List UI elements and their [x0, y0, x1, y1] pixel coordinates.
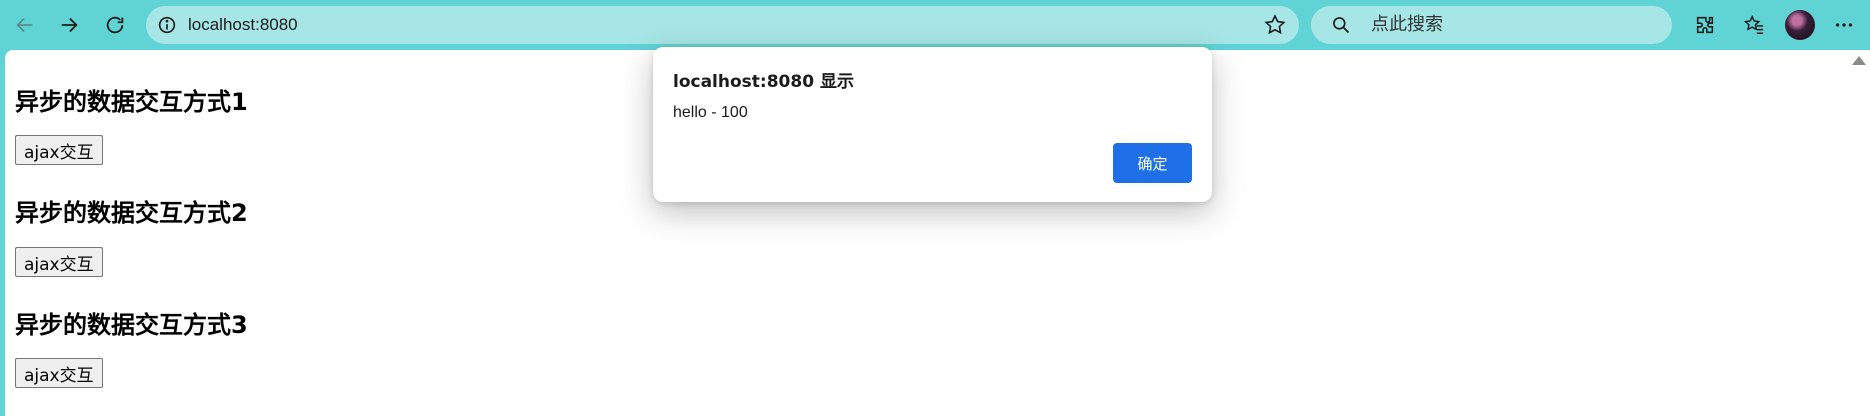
forward-button[interactable] — [52, 8, 86, 42]
section-heading: 异步的数据交互方式1 — [15, 88, 248, 116]
favorite-star-icon[interactable] — [1263, 13, 1287, 37]
section-1: 异步的数据交互方式1 ajax交互 — [15, 82, 248, 165]
browser-toolbar: localhost:8080 点此搜索 — [0, 0, 1870, 50]
dialog-message: hello - 100 — [673, 104, 748, 121]
dialog-title: localhost:8080 显示 — [673, 72, 854, 92]
profile-avatar[interactable] — [1785, 10, 1815, 40]
back-icon — [16, 17, 33, 33]
site-info-icon[interactable] — [156, 14, 178, 36]
refresh-button[interactable] — [98, 8, 132, 42]
section-2: 异步的数据交互方式2 ajax交互 — [15, 193, 248, 277]
search-box[interactable]: 点此搜索 — [1311, 6, 1672, 44]
ajax-button-3[interactable]: ajax交互 — [15, 358, 103, 388]
ajax-button-1[interactable]: ajax交互 — [15, 135, 103, 165]
section-heading: 异步的数据交互方式3 — [15, 311, 248, 339]
ajax-button-2[interactable]: ajax交互 — [15, 247, 103, 277]
more-icon — [1835, 23, 1853, 27]
ok-button[interactable]: 确定 — [1113, 143, 1192, 183]
more-button[interactable] — [1827, 8, 1861, 42]
search-placeholder[interactable]: 点此搜索 — [1371, 6, 1443, 44]
extensions-icon — [1696, 16, 1714, 34]
address-url[interactable]: localhost:8080 — [188, 6, 298, 44]
back-button[interactable] — [8, 8, 42, 42]
section-heading: 异步的数据交互方式2 — [15, 199, 248, 227]
search-icon — [1333, 17, 1350, 34]
section-3: 异步的数据交互方式3 ajax交互 — [15, 305, 248, 388]
address-bar[interactable]: localhost:8080 — [146, 6, 1299, 44]
refresh-icon — [106, 16, 124, 34]
forward-icon — [61, 17, 78, 33]
scroll-up-arrow-icon[interactable] — [1852, 56, 1866, 65]
favorites-icon — [1743, 15, 1764, 34]
extensions-button[interactable] — [1688, 8, 1722, 42]
favorites-button[interactable] — [1737, 8, 1771, 42]
alert-dialog: localhost:8080 显示 hello - 100 确定 — [653, 47, 1212, 202]
